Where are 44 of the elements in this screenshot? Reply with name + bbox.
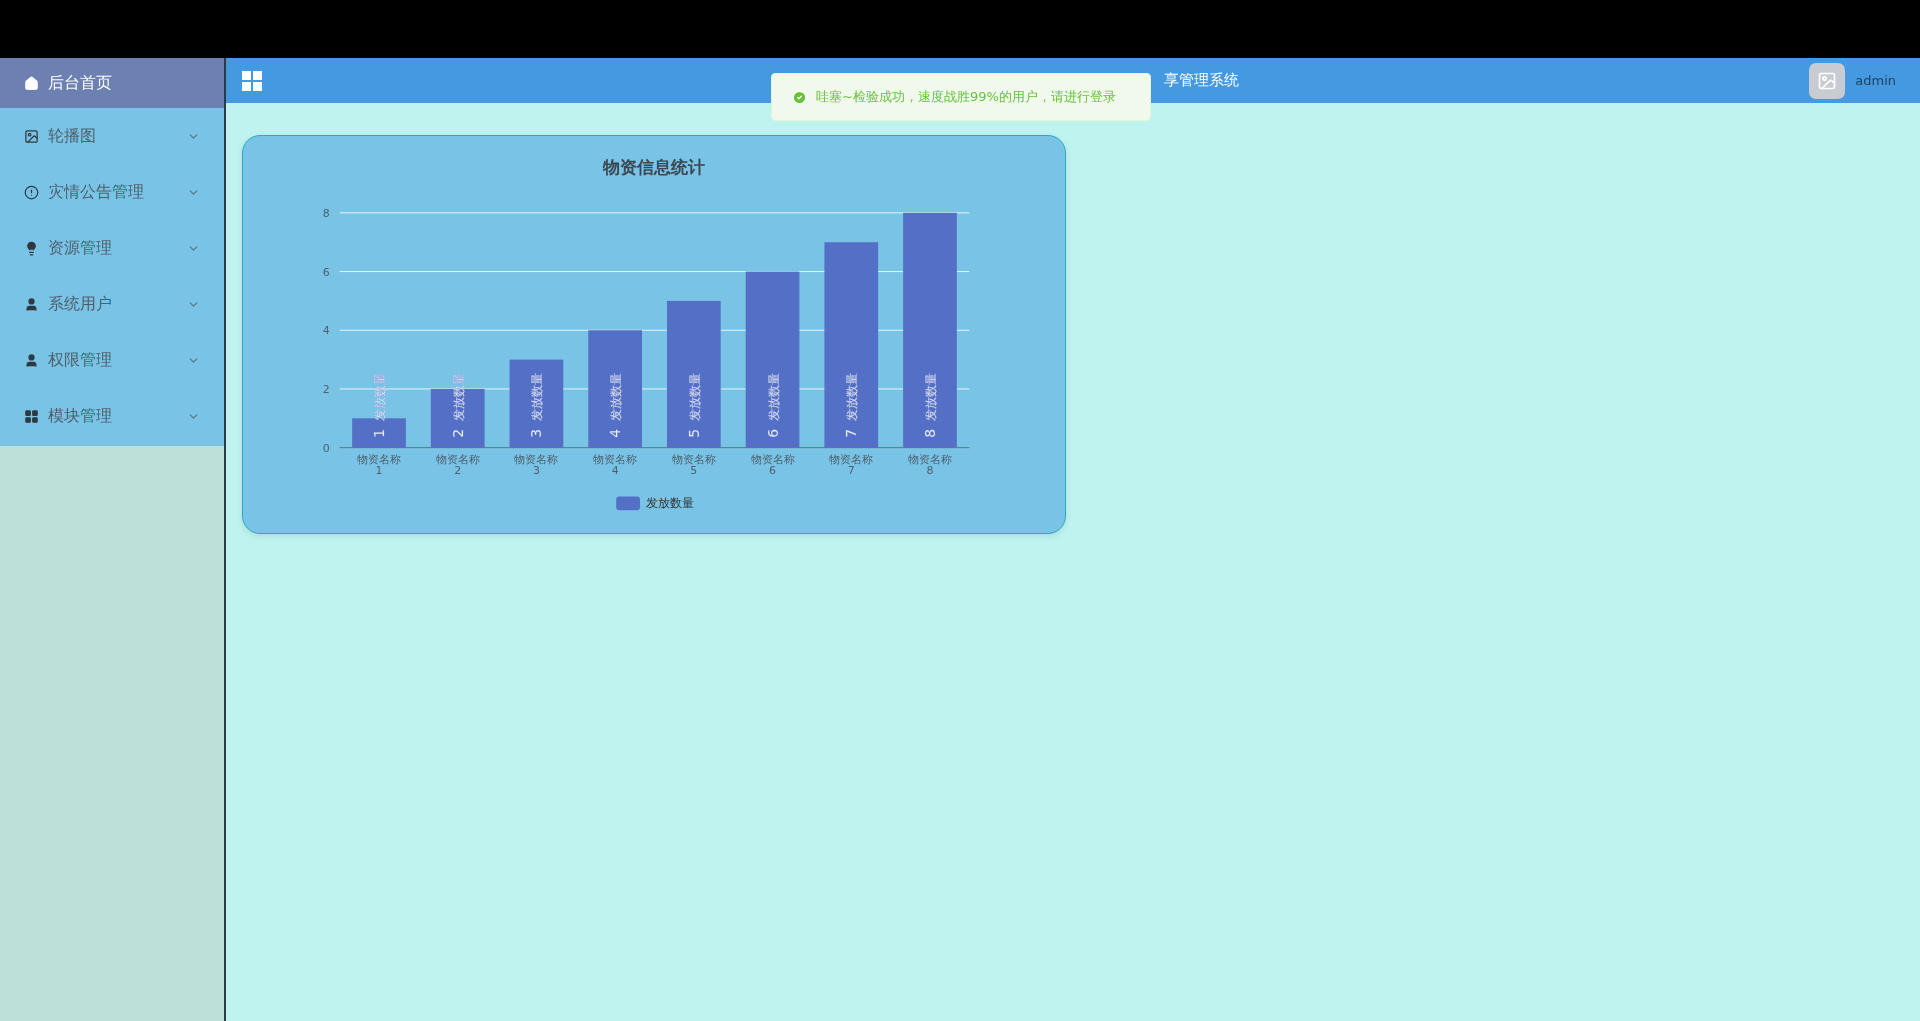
legend-swatch[interactable]	[616, 496, 641, 511]
username[interactable]: admin	[1855, 73, 1896, 88]
bar-label: 7 发放数量	[843, 372, 860, 438]
x-tick-label: 物资名称1	[357, 452, 401, 478]
legend-label[interactable]: 发放数量	[646, 496, 695, 511]
sidebar-item[interactable]: 灾情公告管理	[0, 164, 224, 220]
sidebar-item[interactable]: 系统用户	[0, 276, 224, 332]
lightbulb-icon	[24, 240, 39, 256]
sidebar-item[interactable]: 资源管理	[0, 220, 224, 276]
x-tick-label: 物资名称4	[593, 452, 638, 478]
y-tick-label: 6	[322, 265, 330, 279]
sidebar-item[interactable]: 后台首页	[0, 58, 224, 108]
toast-message: 哇塞~检验成功，速度战胜99%的用户，请进行登录	[816, 88, 1116, 106]
bar-label: 4 发放数量	[607, 372, 624, 438]
x-tick-label: 物资名称2	[435, 452, 480, 478]
bar-label: 5 发放数量	[685, 372, 702, 438]
sidebar-item[interactable]: 模块管理	[0, 388, 224, 444]
x-tick-label: 物资名称3	[514, 452, 559, 478]
bar-label: 1 发放数量	[371, 372, 387, 438]
y-tick-label: 2	[322, 382, 330, 396]
system-title: 享管理系统	[1164, 71, 1239, 90]
x-tick-label: 物资名称8	[908, 452, 952, 478]
picture-icon	[24, 128, 39, 144]
x-tick-label: 物资名称6	[750, 452, 795, 478]
bar-label: 3 发放数量	[528, 372, 545, 438]
x-tick-label: 物资名称7	[829, 452, 874, 478]
grid-icon	[24, 408, 39, 424]
chart-title: 物资信息统计	[601, 156, 706, 179]
y-tick-label: 0	[322, 441, 330, 455]
sidebar-item[interactable]: 轮播图	[0, 108, 224, 164]
sidebar-item[interactable]: 权限管理	[0, 332, 224, 388]
menu-grid-icon[interactable]	[242, 70, 262, 91]
y-tick-label: 8	[322, 206, 330, 220]
bar-label: 6 发放数量	[764, 372, 781, 438]
bar-label: 8 发放数量	[921, 372, 938, 438]
avatar[interactable]	[1809, 62, 1846, 99]
user-icon	[24, 296, 39, 312]
bar-label: 2 发放数量	[449, 372, 466, 438]
check-circle-icon	[792, 89, 807, 105]
y-tick-label: 4	[322, 324, 330, 338]
user-icon	[24, 352, 39, 368]
home-icon	[24, 75, 39, 91]
x-tick-label: 物资名称5	[671, 452, 716, 478]
alert-icon	[24, 184, 39, 200]
